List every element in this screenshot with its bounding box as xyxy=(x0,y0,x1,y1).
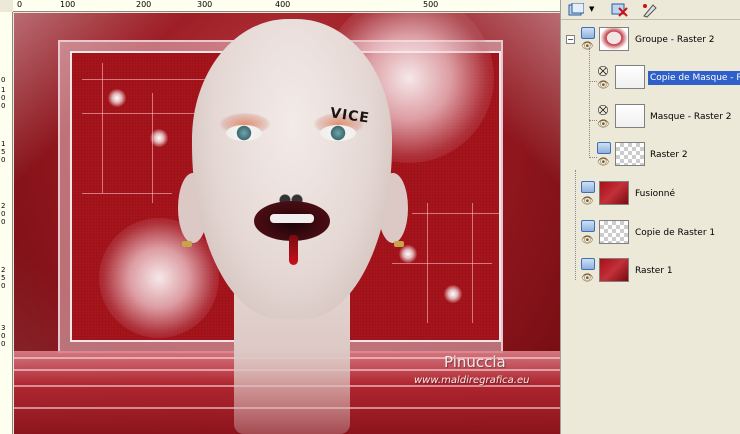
light-spot xyxy=(444,285,462,303)
teeth xyxy=(270,214,314,223)
grid-line xyxy=(472,203,473,323)
layer-row-raster-1[interactable]: 👁 Raster 1 xyxy=(561,256,740,286)
layer-thumbnail xyxy=(615,142,645,166)
edit-layer-icon[interactable] xyxy=(639,1,661,18)
raster-layer-icon xyxy=(581,258,595,270)
layer-name: Copie de Raster 1 xyxy=(635,228,716,238)
collapse-group-icon[interactable]: − xyxy=(566,35,575,44)
grid-line xyxy=(427,203,428,323)
layer-thumbnail xyxy=(599,27,629,51)
ruler-label: 200 xyxy=(136,0,152,9)
portrait-figure: VICE xyxy=(164,13,424,434)
raster-layer-icon xyxy=(581,181,595,193)
image-canvas[interactable]: VICE Pinuccia www.maldiregrafica.eu xyxy=(14,13,560,434)
visibility-eye-icon[interactable]: 👁 xyxy=(597,81,611,91)
layer-name: Masque - Raster 2 xyxy=(650,112,732,122)
layer-row-masque-raster-2[interactable]: ⛒ 👁 Masque - Raster 2 xyxy=(561,102,740,132)
new-raster-layer-icon[interactable] xyxy=(565,1,587,18)
ruler-label: 500 xyxy=(423,0,439,9)
ruler-label: 0 xyxy=(1,210,6,218)
raster-layer-icon xyxy=(597,142,611,154)
layer-name: Raster 2 xyxy=(650,150,688,160)
ruler-label: 400 xyxy=(275,0,291,9)
chevron-down-icon[interactable]: ▼ xyxy=(589,5,594,13)
watermark-name: Pinuccia xyxy=(444,353,506,371)
ruler-label: 100 xyxy=(60,0,76,9)
layer-thumbnail xyxy=(599,258,629,282)
layer-thumbnail xyxy=(615,65,645,89)
ruler-label: 0 xyxy=(1,332,6,340)
ruler-label: 5 xyxy=(1,148,6,156)
layers-toolbar: ▼ xyxy=(561,0,740,20)
layer-name: Copie de Masque - R xyxy=(648,71,740,85)
layer-row-raster-2[interactable]: 👁 Raster 2 xyxy=(561,140,740,170)
layer-thumbnail xyxy=(599,220,629,244)
layer-row-groupe-raster-2[interactable]: − 👁 Groupe - Raster 2 xyxy=(561,25,740,55)
vertical-ruler: 0 1 0 0 1 5 0 2 0 0 2 5 0 3 0 0 xyxy=(0,12,13,434)
ruler-label: 1 xyxy=(1,86,6,94)
image-editor: 0 100 200 300 400 500 0 1 0 0 1 5 0 2 0 … xyxy=(0,0,560,434)
ruler-label: 3 xyxy=(1,324,6,332)
visibility-eye-icon[interactable]: 👁 xyxy=(581,42,595,52)
right-eye xyxy=(320,125,356,141)
raster-layer-icon xyxy=(581,220,595,232)
grid-line xyxy=(412,213,502,214)
layer-row-copie-de-masque[interactable]: ⛒ 👁 Copie de Masque - R xyxy=(561,63,740,93)
ruler-label: 0 xyxy=(1,282,6,290)
layer-thumbnail xyxy=(615,104,645,128)
layer-thumbnail xyxy=(599,181,629,205)
visibility-eye-icon[interactable]: 👁 xyxy=(581,274,595,284)
ruler-label: 0 xyxy=(1,94,6,102)
layer-name: Groupe - Raster 2 xyxy=(635,35,715,45)
ruler-label: 0 xyxy=(1,76,6,84)
ruler-label: 1 xyxy=(1,140,6,148)
layer-row-fusionne[interactable]: 👁 Fusionné xyxy=(561,179,740,209)
delete-layer-icon[interactable] xyxy=(609,1,631,18)
left-eye xyxy=(226,125,262,141)
ruler-label: 0 xyxy=(1,340,6,348)
ruler-label: 0 xyxy=(1,102,6,110)
light-spot xyxy=(108,89,126,107)
grid-line xyxy=(152,93,153,203)
horizontal-ruler: 0 100 200 300 400 500 xyxy=(13,0,560,12)
visibility-eye-icon[interactable]: 👁 xyxy=(581,197,595,207)
ruler-label: 0 xyxy=(1,156,6,164)
ruler-label: 300 xyxy=(197,0,213,9)
blood-drip xyxy=(289,235,298,265)
mask-layer-icon: ⛒ xyxy=(597,104,609,116)
layer-name: Raster 1 xyxy=(635,266,673,276)
visibility-eye-icon[interactable]: 👁 xyxy=(597,158,611,168)
watermark-url: www.maldiregrafica.eu xyxy=(414,375,530,386)
mask-layer-icon: ⛒ xyxy=(597,65,609,77)
ruler-label: 2 xyxy=(1,266,6,274)
ruler-label: 0 xyxy=(17,0,23,9)
ruler-label: 2 xyxy=(1,202,6,210)
layer-row-copie-de-raster-1[interactable]: 👁 Copie de Raster 1 xyxy=(561,218,740,248)
group-layer-icon xyxy=(581,27,595,39)
layer-name: Fusionné xyxy=(635,189,676,199)
earring xyxy=(182,241,192,247)
ruler-label: 5 xyxy=(1,274,6,282)
earring xyxy=(394,241,404,247)
layers-palette: ▼ − 👁 Groupe - Raster 2 ⛒ 👁 Copie de Mas… xyxy=(560,0,740,434)
grid-line xyxy=(82,193,172,194)
grid-line xyxy=(102,63,103,193)
visibility-eye-icon[interactable]: 👁 xyxy=(597,120,611,130)
visibility-eye-icon[interactable]: 👁 xyxy=(581,236,595,246)
ruler-label: 0 xyxy=(1,218,6,226)
